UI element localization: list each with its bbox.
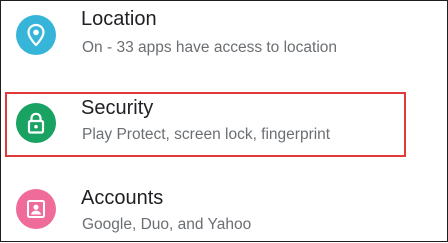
settings-list: Location On - 33 apps have access to loc…	[0, 0, 448, 242]
settings-item-subtitle: Play Protect, screen lock, fingerprint	[82, 126, 331, 143]
settings-item-subtitle: Google, Duo, and Yahoo	[82, 216, 252, 233]
lock-icon	[16, 103, 56, 143]
location-pin-icon	[16, 15, 56, 55]
settings-item-location[interactable]: Location On - 33 apps have access to loc…	[1, 3, 447, 65]
settings-item-title: Security	[81, 97, 154, 119]
settings-item-security[interactable]: Security Play Protect, screen lock, fing…	[1, 91, 447, 153]
settings-item-subtitle: On - 33 apps have access to location	[82, 39, 338, 56]
settings-item-title: Location	[81, 8, 157, 30]
account-box-icon	[16, 189, 56, 229]
settings-item-accounts[interactable]: Accounts Google, Duo, and Yahoo	[1, 181, 447, 243]
settings-item-title: Accounts	[81, 187, 164, 209]
